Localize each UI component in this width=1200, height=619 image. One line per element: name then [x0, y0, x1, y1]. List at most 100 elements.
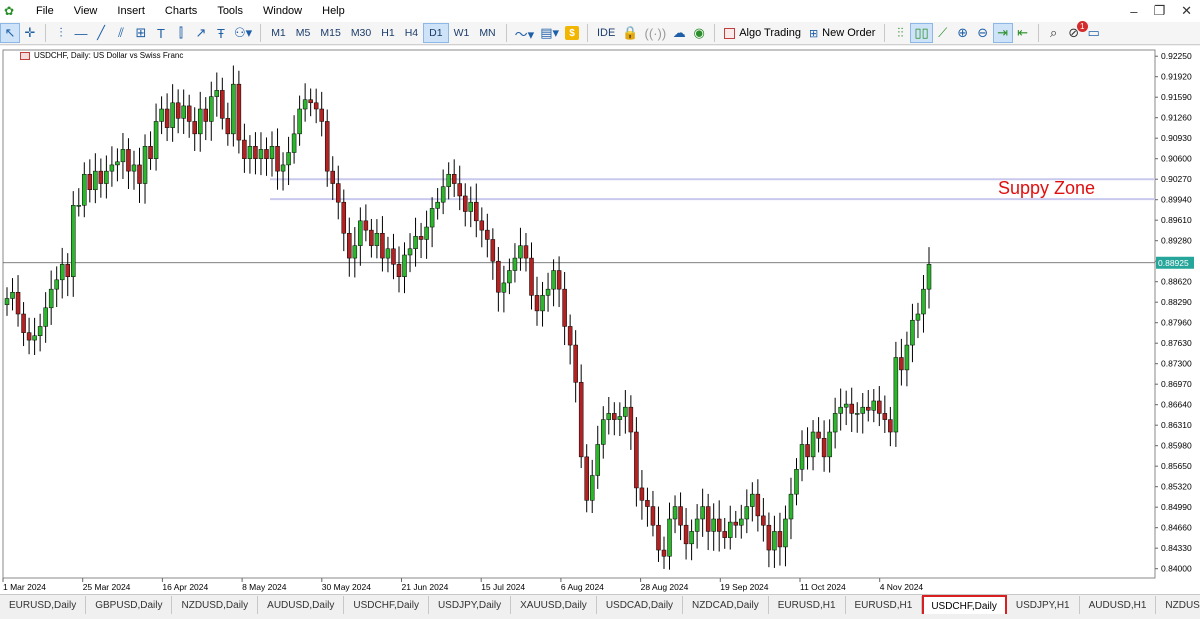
tab-active-chart[interactable]: USDCHF,Daily	[922, 595, 1007, 615]
bear-candle	[148, 146, 153, 159]
arrow-tool-icon[interactable]: ↗	[191, 23, 211, 43]
timeframe-w1-button[interactable]: W1	[449, 23, 475, 43]
algo-trading-button[interactable]: Algo Trading	[720, 23, 805, 43]
timeframe-d1-button[interactable]: D1	[423, 23, 449, 43]
bear-candle	[733, 521, 739, 526]
bull-candle	[435, 201, 440, 209]
bear-candle	[678, 506, 683, 526]
menu-tools[interactable]: Tools	[207, 0, 253, 22]
signal-icon[interactable]: ((·))	[642, 23, 670, 43]
vps-icon[interactable]: ◉	[689, 23, 709, 43]
bear-candle	[761, 515, 766, 526]
toolbar-separator	[1037, 24, 1039, 42]
bear-candle	[661, 549, 667, 557]
bear-candle	[253, 146, 258, 159]
algo-status-icon	[724, 27, 736, 39]
objects-menu-icon[interactable]: ⚇▾	[231, 23, 255, 43]
autoscroll-icon[interactable]: ⇤	[1013, 23, 1033, 43]
timeframe-m30-button[interactable]: M30	[346, 23, 376, 43]
tab-chart[interactable]: USDJPY,H1	[1007, 595, 1080, 615]
price-chart[interactable]: Suppy Zone 0.92250 0.91920 0.91590 0.91260 0.…	[0, 46, 1200, 594]
bear-candle	[462, 195, 468, 212]
trendline-icon[interactable]: ╱	[91, 23, 111, 43]
bull-candle	[689, 531, 694, 545]
timeframe-h4-button[interactable]: H4	[400, 23, 423, 43]
tab-chart[interactable]: NZDUSD,H1	[1156, 596, 1200, 615]
close-icon[interactable]: ✕	[1181, 3, 1192, 19]
menu-bar: ✿ File View Insert Charts Tools Window Help – …	[0, 0, 1200, 22]
text-tool-icon[interactable]: T	[151, 23, 171, 43]
chart-title-text: USDCHF, Daily: US Dollar vs Swiss Franc	[34, 51, 184, 60]
chart-menu-icon[interactable]	[20, 51, 30, 60]
bull-candle	[446, 173, 451, 187]
crosshair-icon[interactable]: ✛	[20, 23, 40, 43]
chart-window[interactable]: Suppy Zone 0.92250 0.91920 0.91590 0.91260 0.…	[0, 46, 1200, 594]
line-chart-icon[interactable]: ⟋	[933, 23, 953, 43]
menu-view[interactable]: View	[64, 0, 108, 22]
x-axis-tick-label: 16 Apr 2024	[162, 582, 208, 592]
candlestick-chart-icon[interactable]: ▯▯	[910, 23, 933, 43]
cursor-tool-icon[interactable]: ↖	[0, 23, 20, 43]
menu-charts[interactable]: Charts	[155, 0, 207, 22]
tab-chart[interactable]: XAUUSD,Daily	[511, 595, 597, 615]
channel-icon[interactable]: ⫽	[111, 23, 131, 43]
tab-chart[interactable]: EURUSD,H1	[769, 595, 846, 615]
label-tool-icon[interactable]: Ŧ	[211, 23, 231, 43]
zoom-out-icon[interactable]: ⊖	[973, 23, 993, 43]
menu-file[interactable]: File	[26, 0, 64, 22]
tab-chart[interactable]: GBPUSD,Daily	[86, 595, 173, 615]
lock-icon[interactable]: 🔒	[619, 23, 641, 43]
y-axis-tick-label: 0.88620	[1161, 277, 1192, 287]
cloud-icon[interactable]: ☁	[669, 23, 689, 43]
tab-chart[interactable]: EURUSD,H1	[846, 595, 923, 615]
timeframe-m15-button[interactable]: M15	[315, 23, 345, 43]
notifications-icon[interactable]: ⊘ 1	[1064, 21, 1088, 43]
tab-chart[interactable]: USDCAD,Daily	[597, 595, 684, 615]
vertical-line-icon[interactable]: ⫶	[51, 23, 71, 43]
search-icon[interactable]: ⌕	[1044, 23, 1064, 43]
zoom-in-icon[interactable]: ⊕	[953, 23, 973, 43]
bull-candle	[512, 257, 518, 271]
y-axis-tick-label: 0.90600	[1161, 154, 1192, 164]
templates-icon[interactable]: ▤▾	[537, 23, 562, 43]
tab-chart[interactable]: EURUSD,Daily	[0, 595, 87, 615]
bear-candle	[805, 444, 810, 458]
new-order-icon: ⊞	[808, 27, 819, 40]
timeframe-mn-button[interactable]: MN	[474, 23, 500, 43]
new-order-button[interactable]: ⊞ New Order	[805, 23, 879, 43]
y-axis-tick-label: 0.85980	[1161, 441, 1192, 451]
tab-chart[interactable]: AUDUSD,H1	[1080, 595, 1157, 615]
tab-chart[interactable]: USDJPY,Daily	[429, 595, 512, 615]
chart-shift-icon[interactable]: ⇥	[992, 23, 1013, 43]
tab-chart[interactable]: NZDCAD,Daily	[683, 595, 769, 615]
bull-candle	[750, 493, 755, 507]
bar-chart-icon[interactable]: ⫶⫶	[890, 23, 910, 43]
bear-candle	[882, 413, 888, 420]
horizontal-line-icon[interactable]: —	[71, 23, 91, 43]
fibonacci-icon[interactable]: ⫿	[171, 23, 191, 43]
menu-insert[interactable]: Insert	[107, 0, 155, 22]
timeframe-m1-button[interactable]: M1	[266, 23, 291, 43]
tab-list: EURUSD,Daily GBPUSD,Daily NZDUSD,Daily AUDU…	[0, 595, 1200, 615]
tab-chart[interactable]: USDCHF,Daily	[344, 595, 429, 615]
toolbar-separator	[884, 24, 886, 42]
bull-candle	[700, 506, 705, 520]
bear-candle	[451, 173, 457, 184]
bear-candle	[87, 173, 93, 191]
bull-candle	[595, 444, 600, 476]
bull-candle	[302, 99, 308, 110]
dollar-icon[interactable]: $	[562, 23, 582, 43]
minimize-icon[interactable]: –	[1130, 4, 1137, 19]
bull-candle	[93, 170, 98, 191]
timeframe-m5-button[interactable]: M5	[291, 23, 316, 43]
ide-button[interactable]: IDE	[593, 23, 619, 43]
tab-chart[interactable]: NZDUSD,Daily	[172, 595, 259, 615]
shapes-icon[interactable]: ⊞	[131, 23, 151, 43]
bear-candle	[65, 264, 70, 277]
timeframe-h1-button[interactable]: H1	[376, 23, 399, 43]
tab-chart[interactable]: AUDUSD,Daily	[258, 595, 345, 615]
restore-icon[interactable]: ❐	[1153, 3, 1165, 19]
menu-help[interactable]: Help	[312, 0, 355, 22]
indicators-icon[interactable]: 〜▾	[512, 23, 538, 43]
menu-window[interactable]: Window	[253, 0, 312, 22]
